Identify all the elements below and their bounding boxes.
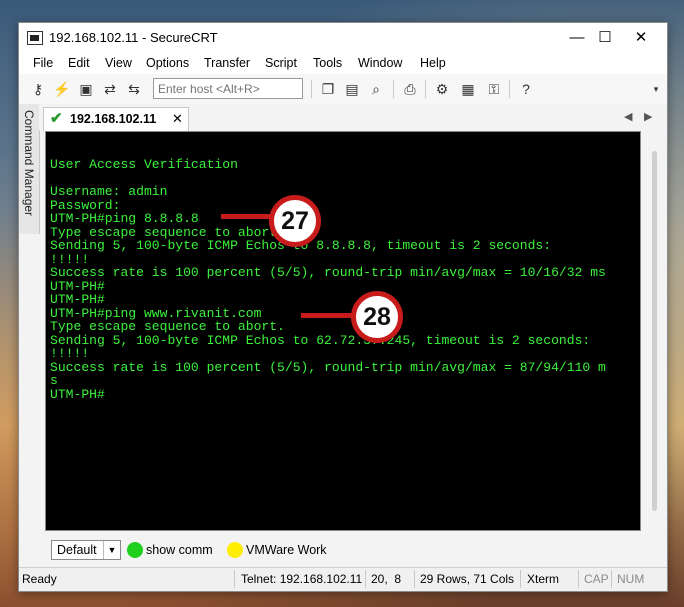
maximize-button[interactable]: ☐ [587, 27, 623, 49]
menu-view[interactable]: View [105, 56, 132, 70]
terminal-screen[interactable]: User Access Verification Username: admin P… [45, 131, 641, 531]
terminal-line: s [50, 373, 58, 388]
status-cap: CAP [584, 572, 609, 586]
settings-icon[interactable]: ⚙ [433, 80, 451, 98]
menu-options[interactable]: Options [146, 56, 189, 70]
window-title: 192.168.102.11 - SecureCRT [49, 30, 218, 45]
terminal-line: Success rate is 100 percent (5/5), round… [50, 265, 606, 280]
status-ready: Ready [22, 572, 57, 586]
securecrt-window: 192.168.102.11 - SecureCRT — ☐ ✕ File Ed… [18, 22, 668, 592]
menu-window[interactable]: Window [358, 56, 402, 70]
connect-icon[interactable]: ⚷ [29, 80, 47, 98]
connected-check-icon: ✔ [50, 110, 63, 127]
toolbar-divider [509, 80, 510, 98]
chevron-down-icon: ▼ [103, 541, 120, 559]
sftp-icon[interactable]: ⚿ [485, 80, 503, 98]
title-bar: 192.168.102.11 - SecureCRT — ☐ ✕ [19, 23, 667, 52]
status-connection: Telnet: 192.168.102.11 [241, 572, 363, 586]
menu-file[interactable]: File [33, 56, 53, 70]
terminal-line: UTM-PH# [50, 386, 105, 402]
session-tab-label: 192.168.102.11 [70, 112, 157, 126]
paste-icon[interactable]: ▤ [343, 80, 361, 98]
status-divider [234, 570, 235, 588]
terminal-line: !!!!! [50, 346, 90, 361]
host-input[interactable] [153, 78, 303, 99]
toolbar-divider [393, 80, 394, 98]
terminal-line: Sending 5, 100-byte ICMP Echos to 8.8.8.… [50, 238, 552, 253]
status-divider [365, 570, 366, 588]
terminal-line: UTM-PH# [50, 292, 105, 307]
reconnect-icon[interactable]: ⇄ [101, 80, 119, 98]
help-icon[interactable]: ? [517, 80, 535, 98]
status-emulation: Xterm [527, 572, 560, 586]
terminal-line: Username: admin [50, 184, 168, 199]
terminal-line: UTM-PH#ping 8.8.8.8 [50, 211, 199, 226]
toolbar-overflow-icon[interactable]: ▾ [647, 80, 665, 98]
terminal-line: Sending 5, 100-byte ICMP Echos to 62.72.… [50, 332, 591, 348]
terminal-line: !!!!! [50, 251, 90, 267]
scrollbar-thumb[interactable] [652, 151, 657, 511]
session-tab[interactable]: ✔ 192.168.102.11 ✕ [43, 107, 189, 131]
status-size: 29 Rows, 71 Cols [420, 572, 515, 586]
green-circle-icon [127, 542, 143, 558]
find-icon[interactable]: ⌕ [367, 80, 385, 98]
status-divider [414, 570, 415, 588]
terminal-icon[interactable]: ▣ [77, 80, 95, 98]
toolbar-divider [311, 80, 312, 98]
callout-28-pointer [301, 313, 357, 318]
menu-help[interactable]: Help [420, 56, 446, 70]
command-manager-tab[interactable]: Command Manager [19, 104, 40, 234]
tab-scroll-right-icon[interactable]: ▶ [644, 110, 652, 123]
menu-edit[interactable]: Edit [68, 56, 90, 70]
status-cursor: 20, 8 [371, 572, 402, 586]
status-divider [520, 570, 521, 588]
terminal-line: Password: [50, 197, 121, 213]
yellow-circle-icon [227, 542, 243, 558]
status-num: NUM [617, 572, 645, 586]
tab-close-icon[interactable]: ✕ [172, 111, 183, 127]
callout-27: 27 [269, 195, 321, 247]
keymap-icon[interactable]: ▦ [459, 80, 477, 98]
menu-transfer[interactable]: Transfer [204, 56, 250, 70]
status-bar: Ready Telnet: 192.168.102.11 20, 8 29 Ro… [19, 567, 667, 591]
session-tab-bar: ✔ 192.168.102.11 ✕ ◀ ▶ [39, 104, 667, 131]
terminal-line: Type escape sequence to abort. [50, 319, 285, 334]
copy-icon[interactable]: ❐ [319, 80, 337, 98]
status-divider [611, 570, 612, 588]
menu-script[interactable]: Script [265, 56, 297, 70]
terminal-line: Type escape sequence to abort. [50, 224, 285, 240]
toolbar: ⚷ ⚡ ▣ ⇄ ⇆ ❐ ▤ ⌕ ⎙ ⚙ ▦ ⚿ ? ▾ [19, 74, 667, 105]
status-divider [578, 570, 579, 588]
terminal-scrollbar[interactable] [649, 143, 659, 523]
menu-tools[interactable]: Tools [313, 56, 342, 70]
terminal-line: Success rate is 100 percent (5/5), round… [50, 359, 606, 375]
command-manager-label: Command Manager [22, 110, 36, 217]
app-icon [27, 31, 43, 45]
toolbar-divider [425, 80, 426, 98]
menu-bar: File Edit View Options Transfer Script T… [19, 52, 667, 74]
callout-28: 28 [351, 291, 403, 343]
vmware-work-button[interactable]: VMWare Work [246, 543, 327, 557]
button-group-select[interactable]: Default ▼ [51, 540, 121, 560]
button-group-value: Default [57, 543, 97, 557]
reconnect-all-icon[interactable]: ⇆ [125, 80, 143, 98]
show-comm-button[interactable]: show comm [146, 543, 213, 557]
terminal-output: User Access Verification Username: admin P… [50, 158, 650, 401]
quick-connect-icon[interactable]: ⚡ [53, 80, 71, 98]
close-button[interactable]: ✕ [623, 27, 659, 49]
terminal-line: UTM-PH# [50, 278, 105, 294]
button-bar: Default ▼ show comm VMWare Work [49, 537, 661, 563]
print-icon[interactable]: ⎙ [401, 80, 419, 98]
tab-scroll-left-icon[interactable]: ◀ [624, 110, 632, 123]
terminal-line: User Access Verification [50, 157, 238, 172]
